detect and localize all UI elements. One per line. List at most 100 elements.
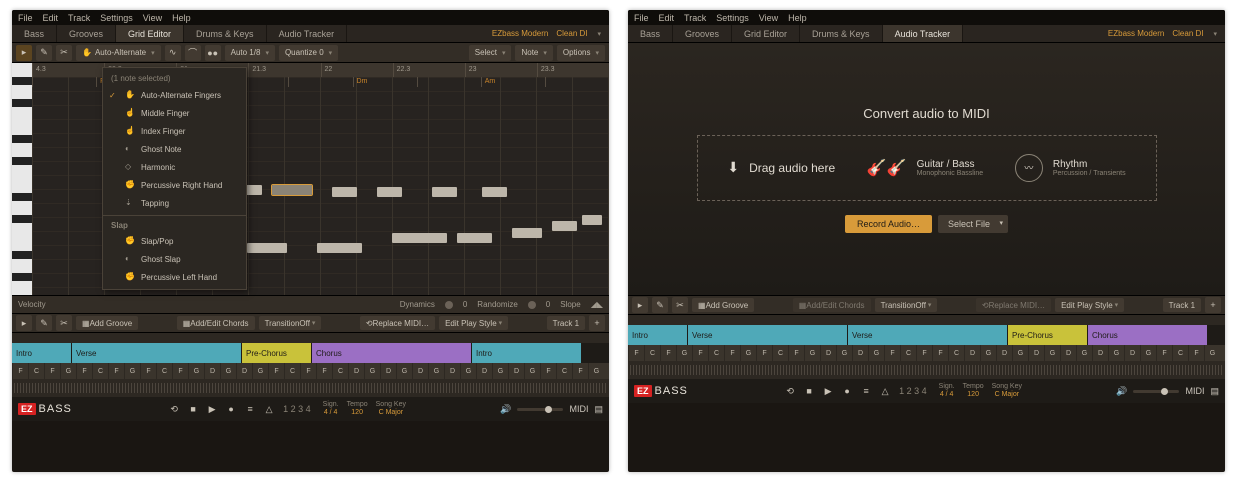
- chord-cell[interactable]: C: [556, 363, 572, 379]
- chord-cell[interactable]: D: [996, 345, 1012, 361]
- midi-label[interactable]: MIDI: [569, 404, 588, 414]
- chord-cell[interactable]: G: [460, 363, 476, 379]
- chord-cell[interactable]: G: [1012, 345, 1028, 361]
- ctx-slap-pop[interactable]: ✊Slap/Pop: [103, 232, 246, 250]
- midi-note[interactable]: [432, 187, 457, 197]
- chord-cell[interactable]: C: [644, 345, 660, 361]
- chord-cell[interactable]: C: [284, 363, 300, 379]
- tab-grid-editor[interactable]: Grid Editor: [732, 25, 800, 42]
- chord-cell[interactable]: D: [348, 363, 364, 379]
- chord-track[interactable]: FCFGFCFGFCFGDGDGFCFFCDGDGDGDGDGDGFCFG: [628, 345, 1225, 361]
- chord-cell[interactable]: F: [300, 363, 316, 379]
- song-part[interactable]: Pre-Chorus: [242, 343, 312, 363]
- tempo-value[interactable]: 120: [967, 391, 979, 399]
- drop-zone[interactable]: ⬇ Drag audio here 🎸🎸 Guitar / BassMonoph…: [697, 135, 1157, 201]
- chord-cell[interactable]: F: [884, 345, 900, 361]
- chord-cell[interactable]: G: [1204, 345, 1220, 361]
- song-part[interactable]: Verse: [688, 325, 848, 345]
- menu-track[interactable]: Track: [684, 13, 706, 23]
- midi-note[interactable]: [482, 187, 507, 197]
- chord-cell[interactable]: C: [708, 345, 724, 361]
- add-chords-button[interactable]: ▦ Add/Edit Chords: [793, 298, 871, 312]
- play-icon[interactable]: ▶: [820, 384, 836, 398]
- note-grid[interactable]: 4.3 20.3 21 21.3 22 22.3 23 23.3 F Dm Dm…: [32, 63, 609, 295]
- arrange-ruler[interactable]: [628, 315, 1225, 325]
- ctx-ghost-slap[interactable]: ◐Ghost Slap: [103, 250, 246, 268]
- slope-icon[interactable]: ◢◣: [591, 300, 603, 309]
- chord-cell[interactable]: D: [852, 345, 868, 361]
- chord-cell[interactable]: F: [76, 363, 92, 379]
- stop-icon[interactable]: ■: [801, 384, 817, 398]
- chord-cell[interactable]: D: [204, 363, 220, 379]
- ctx-harmonic[interactable]: ◇Harmonic: [103, 158, 246, 176]
- loop-icon[interactable]: ⟲: [782, 384, 798, 398]
- guitar-bass-option[interactable]: 🎸🎸 Guitar / BassMonophonic Bassline: [867, 158, 983, 178]
- transition-dropdown[interactable]: Transition Off▾: [259, 316, 322, 330]
- tab-bass[interactable]: Bass: [12, 25, 57, 42]
- menu-file[interactable]: File: [18, 13, 33, 23]
- speaker-icon[interactable]: 🔊: [500, 404, 511, 415]
- tab-grid-editor[interactable]: Grid Editor: [116, 25, 184, 42]
- midi-note-selected[interactable]: [272, 185, 312, 195]
- menu-edit[interactable]: Edit: [43, 13, 59, 23]
- tab-drums-keys[interactable]: Drums & Keys: [184, 25, 267, 42]
- record-audio-button[interactable]: Record Audio…: [845, 215, 932, 233]
- quantize-dropdown[interactable]: Quantize 0▾: [279, 45, 338, 61]
- tab-bass[interactable]: Bass: [628, 25, 673, 42]
- song-part[interactable]: Pre-Chorus: [1008, 325, 1088, 345]
- add-groove-button[interactable]: ▦ Add Groove: [76, 316, 138, 330]
- chord-cell[interactable]: D: [964, 345, 980, 361]
- chord-cell[interactable]: F: [788, 345, 804, 361]
- chord-cell[interactable]: F: [1188, 345, 1204, 361]
- tab-audio-tracker[interactable]: Audio Tracker: [267, 25, 348, 42]
- follow-icon[interactable]: ≡: [242, 402, 258, 416]
- cut-tool-icon[interactable]: ✂: [56, 45, 72, 61]
- song-part[interactable]: Chorus: [1088, 325, 1208, 345]
- chord-cell[interactable]: G: [220, 363, 236, 379]
- chord-cell[interactable]: F: [44, 363, 60, 379]
- tab-grooves[interactable]: Grooves: [57, 25, 116, 42]
- chord-cell[interactable]: F: [932, 345, 948, 361]
- tab-grooves[interactable]: Grooves: [673, 25, 732, 42]
- menu-file[interactable]: File: [634, 13, 649, 23]
- arrangement-view[interactable]: IntroVersePre-ChorusChorusIntro FCFGFCFG…: [12, 333, 609, 397]
- legato-tool-icon[interactable]: ⌒: [185, 45, 201, 61]
- chord-cell[interactable]: G: [588, 363, 604, 379]
- chord-cell[interactable]: G: [1076, 345, 1092, 361]
- groove-waveform[interactable]: [628, 361, 1225, 379]
- preset-selector[interactable]: EZbass Modern Clean DI ▾: [484, 25, 609, 42]
- track-selector[interactable]: Track 1: [1163, 298, 1201, 312]
- chord-cell[interactable]: D: [1028, 345, 1044, 361]
- menu-view[interactable]: View: [759, 13, 778, 23]
- chord-cell[interactable]: D: [1124, 345, 1140, 361]
- chord-cell[interactable]: C: [28, 363, 44, 379]
- cut-icon[interactable]: ✂: [56, 315, 72, 331]
- select-dropdown[interactable]: Select▾: [469, 45, 512, 61]
- cut-icon[interactable]: ✂: [672, 297, 688, 313]
- ctx-middle-finger[interactable]: ☝Middle Finger: [103, 104, 246, 122]
- midi-note[interactable]: [332, 187, 357, 197]
- chord-cell[interactable]: F: [316, 363, 332, 379]
- chord-cell[interactable]: D: [1060, 345, 1076, 361]
- metronome-icon[interactable]: △: [261, 402, 277, 416]
- chord-cell[interactable]: F: [756, 345, 772, 361]
- replace-midi-button[interactable]: ⟲ Replace MIDI…: [976, 298, 1051, 312]
- chord-cell[interactable]: C: [1172, 345, 1188, 361]
- song-part[interactable]: Verse: [72, 343, 242, 363]
- pointer-icon[interactable]: ▸: [16, 315, 32, 331]
- chord-cell[interactable]: G: [124, 363, 140, 379]
- chord-cell[interactable]: G: [836, 345, 852, 361]
- midi-note[interactable]: [392, 233, 447, 243]
- draw-icon[interactable]: ✎: [36, 315, 52, 331]
- chord-cell[interactable]: F: [724, 345, 740, 361]
- chord-cell[interactable]: F: [1156, 345, 1172, 361]
- metronome-icon[interactable]: △: [877, 384, 893, 398]
- add-groove-button[interactable]: ▦ Add Groove: [692, 298, 754, 312]
- follow-icon[interactable]: ≡: [858, 384, 874, 398]
- sign-value[interactable]: 4 / 4: [940, 391, 954, 399]
- rhythm-option[interactable]: 〰 RhythmPercussion / Transients: [1015, 154, 1126, 182]
- chord-cell[interactable]: C: [900, 345, 916, 361]
- menu-help[interactable]: Help: [172, 13, 191, 23]
- draw-tool-icon[interactable]: ✎: [36, 45, 52, 61]
- midi-drag-icon[interactable]: ▤: [594, 404, 603, 415]
